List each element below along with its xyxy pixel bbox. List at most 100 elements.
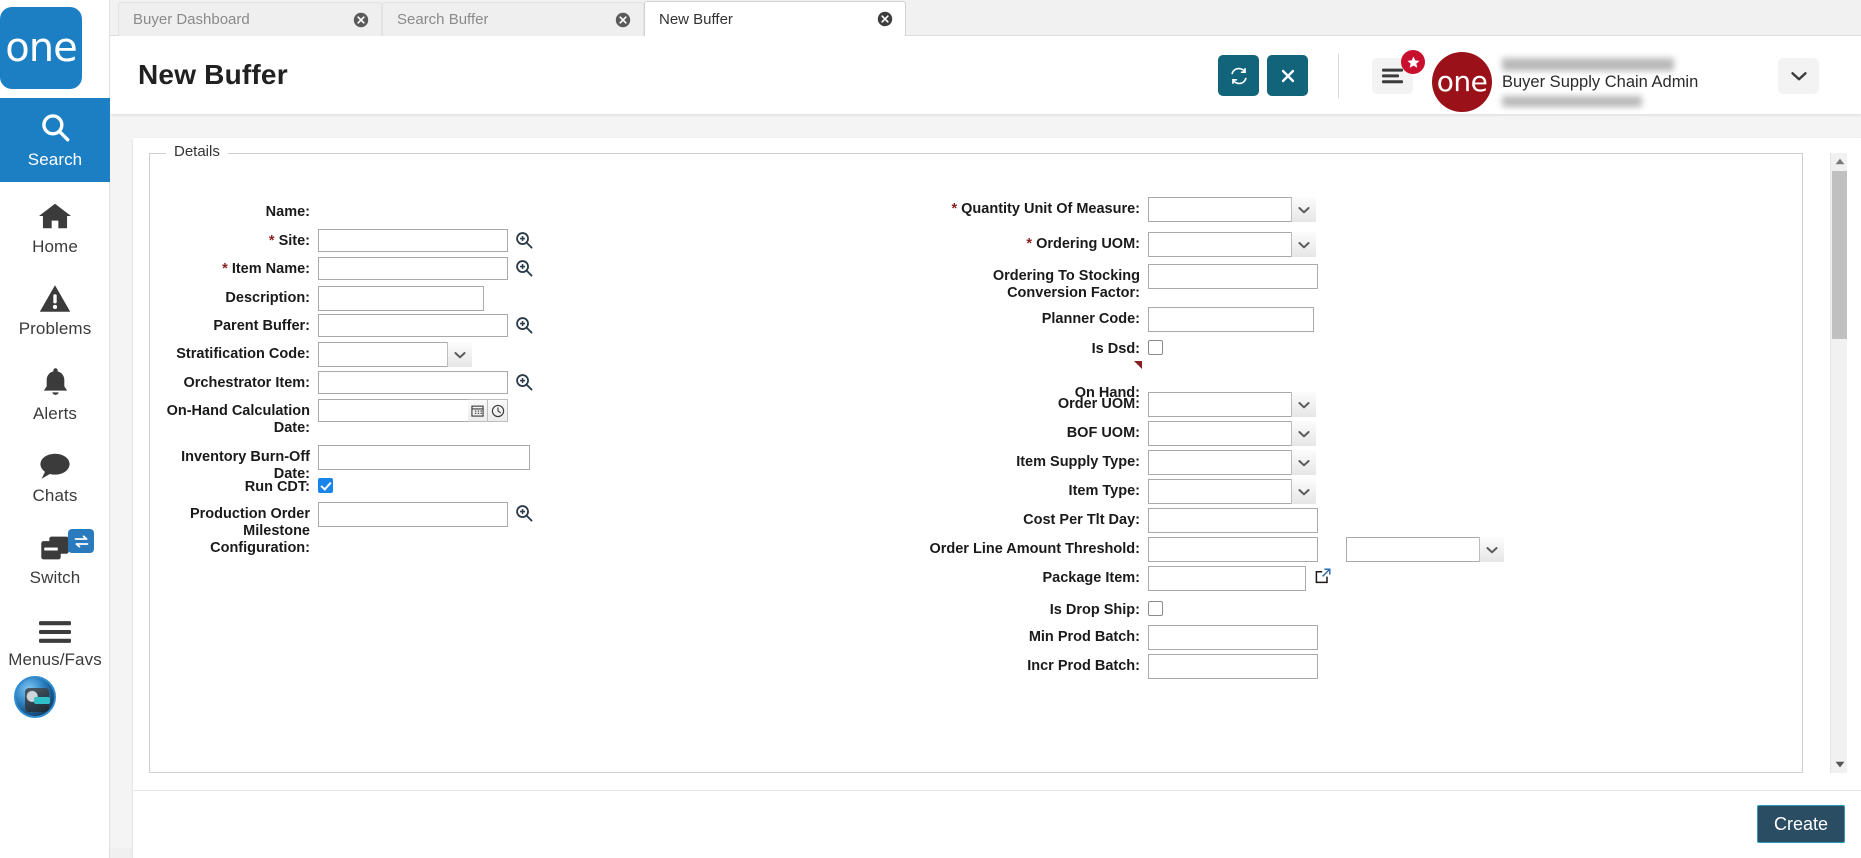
order-line-amount-threshold-currency-select[interactable] [1346, 537, 1504, 562]
sidebar-item-home[interactable]: Home [0, 190, 110, 268]
parent-buffer-input[interactable] [318, 314, 508, 337]
field-row-package-item: Package Item: [850, 566, 1331, 591]
scroll-down-icon[interactable] [1831, 756, 1848, 773]
sidebar-item-problems[interactable]: Problems [0, 272, 110, 350]
search-lookup-icon[interactable] [515, 257, 533, 277]
calendar-icon[interactable] [468, 399, 488, 422]
hamburger-icon [39, 620, 71, 644]
field-label: Order UOM: [1057, 396, 1140, 412]
user-menu-button[interactable] [1778, 58, 1819, 94]
field-control [1148, 508, 1318, 533]
application-window: one Search Home Problems Alerts Chats Sw… [0, 0, 1861, 858]
create-button[interactable]: Create [1756, 805, 1845, 843]
field-row-description: Description: [150, 286, 484, 311]
field-control [1148, 264, 1318, 289]
incr-prod-batch-input[interactable] [1148, 654, 1318, 679]
field-control [1148, 537, 1504, 562]
user-name-redacted [1502, 58, 1674, 71]
scrollbar-thumb[interactable] [1832, 171, 1847, 339]
item-name-input[interactable] [318, 257, 508, 280]
field-row-item-supply-type: Item Supply Type: [850, 450, 1316, 475]
close-icon[interactable] [877, 11, 893, 27]
field-control [318, 445, 530, 470]
package-item-input[interactable] [1148, 566, 1306, 591]
inventory-burn-off-date-input[interactable] [318, 445, 530, 470]
panel-footer: Create [133, 790, 1861, 858]
switch-icon [39, 534, 71, 562]
quantity-unit-of-measure-select[interactable] [1148, 197, 1316, 222]
page-title: New Buffer [138, 59, 288, 90]
sidebar-item-chats[interactable]: Chats [0, 440, 110, 518]
tab-new-buffer[interactable]: New Buffer [644, 1, 906, 37]
brand-logo-text: one [1436, 65, 1488, 98]
cost-per-tlt-day-input[interactable] [1148, 508, 1318, 533]
tab-strip: Buyer Dashboard Search Buffer New Buffer [110, 0, 1861, 37]
switch-toggle-badge[interactable] [68, 529, 94, 553]
is-dsd-checkbox[interactable] [1148, 340, 1163, 355]
field-row-parent-buffer: Parent Buffer: [150, 314, 533, 337]
sidebar-item-menus-favs[interactable]: Menus/Favs [0, 606, 110, 684]
order-uom-select[interactable] [1148, 392, 1316, 417]
order-line-amount-threshold-input[interactable] [1148, 537, 1318, 562]
planner-code-input[interactable] [1148, 307, 1314, 332]
search-lookup-icon[interactable] [515, 371, 533, 391]
field-control [318, 257, 533, 280]
stratification-code-select[interactable] [318, 342, 472, 367]
close-icon[interactable] [353, 12, 369, 28]
field-control [318, 314, 533, 337]
chevron-down-icon [1291, 421, 1316, 446]
chevron-down-icon [1291, 232, 1316, 257]
search-lookup-icon[interactable] [515, 229, 533, 249]
ordering-uom-select[interactable] [1148, 232, 1316, 257]
description-input[interactable] [318, 286, 484, 311]
is-drop-ship-checkbox[interactable] [1148, 601, 1163, 616]
run-cdt-checkbox[interactable] [318, 478, 333, 493]
user-avatar[interactable] [14, 676, 56, 718]
app-logo[interactable]: one [0, 7, 82, 89]
sidebar-item-label: Search [27, 150, 83, 169]
bof-uom-select[interactable] [1148, 421, 1316, 446]
refresh-button[interactable] [1218, 55, 1259, 96]
chevron-down-icon [1291, 479, 1316, 504]
field-label: Parent Buffer: [213, 318, 310, 334]
min-prod-batch-input[interactable] [1148, 625, 1318, 650]
field-row-planner-code: Planner Code: [850, 307, 1314, 332]
field-row-production-order-milestone-configuration: Production Order Milestone Configuration… [150, 502, 533, 557]
sidebar-item-label: Menus/Favs [8, 650, 102, 669]
field-label: Production Order Milestone Configuration… [189, 506, 310, 556]
ordering-to-stocking-conversion-factor-input[interactable] [1148, 264, 1318, 289]
search-lookup-icon[interactable] [515, 314, 533, 334]
sidebar-item-label: Alerts [32, 403, 78, 423]
close-icon[interactable] [615, 12, 631, 28]
chevron-down-icon [1291, 197, 1316, 222]
site-input[interactable] [318, 229, 508, 252]
on-hand-calculation-date-input[interactable] [318, 399, 468, 422]
field-label: * Site: [268, 233, 310, 249]
field-row-stratification-code: Stratification Code: [150, 342, 472, 367]
sidebar-item-search[interactable]: Search [0, 98, 110, 182]
clock-icon[interactable] [488, 399, 508, 422]
production-order-milestone-configuration-input[interactable] [318, 502, 508, 527]
item-supply-type-select[interactable] [1148, 450, 1316, 475]
search-lookup-icon[interactable] [515, 502, 533, 522]
scroll-up-icon[interactable] [1831, 153, 1848, 170]
brand-logo: one [1432, 52, 1492, 112]
tab-buyer-dashboard[interactable]: Buyer Dashboard [118, 2, 382, 36]
field-row-bof-uom: BOF UOM: [850, 421, 1316, 446]
item-type-select[interactable] [1148, 479, 1316, 504]
user-info-block[interactable]: Buyer Supply Chain Admin [1502, 56, 1732, 110]
chevron-down-icon [1479, 537, 1504, 562]
close-page-button[interactable] [1267, 55, 1308, 96]
field-row-ordering-uom: * Ordering UOM: [850, 232, 1316, 257]
sidebar-item-alerts[interactable]: Alerts [0, 356, 110, 434]
sidebar-item-switch[interactable]: Switch [0, 522, 110, 600]
field-label: Order Line Amount Threshold: [929, 541, 1140, 557]
avatar-visor [34, 697, 50, 704]
field-row-order-line-amount-threshold: Order Line Amount Threshold: [850, 537, 1504, 562]
orchestrator-item-input[interactable] [318, 371, 508, 394]
external-link-icon[interactable] [1315, 566, 1331, 584]
tab-search-buffer[interactable]: Search Buffer [382, 2, 644, 36]
vertical-scrollbar[interactable] [1830, 153, 1847, 773]
field-label: Planner Code: [1041, 311, 1140, 327]
field-control [318, 371, 533, 394]
